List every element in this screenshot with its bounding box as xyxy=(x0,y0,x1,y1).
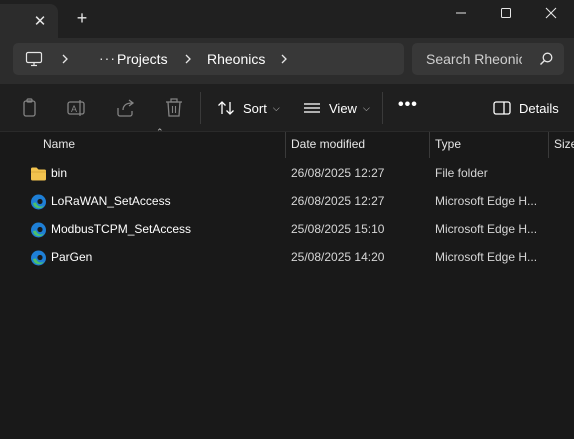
folder-icon xyxy=(31,167,46,181)
column-header-date-modified[interactable]: Date modified xyxy=(291,132,365,158)
active-tab[interactable]: ✕ xyxy=(0,4,58,38)
search-input[interactable]: Search Rheonics xyxy=(412,43,564,75)
file-name: LoRaWAN_SetAccess xyxy=(51,194,171,208)
edge-icon xyxy=(31,222,46,238)
view-button[interactable]: View ⌵ xyxy=(303,96,370,120)
maximize-icon xyxy=(501,8,511,18)
address-row: ··· Projects Rheonics Search Rheonics xyxy=(0,38,574,84)
file-type: Microsoft Edge H... xyxy=(435,194,538,208)
title-bar: ✕ + xyxy=(0,0,574,38)
rename-icon[interactable]: A xyxy=(66,98,88,118)
file-row[interactable]: LoRaWAN_SetAccess 26/08/2025 12:27 Micro… xyxy=(22,188,574,216)
chevron-down-icon: ⌵ xyxy=(362,102,370,113)
breadcrumb-projects[interactable]: Projects xyxy=(117,51,168,67)
copy-icon[interactable] xyxy=(19,98,41,118)
file-date: 25/08/2025 15:10 xyxy=(291,222,385,236)
file-type: File folder xyxy=(435,166,488,180)
delete-icon[interactable] xyxy=(163,98,185,118)
file-type: Microsoft Edge H... xyxy=(435,222,538,236)
new-tab-icon[interactable]: + xyxy=(73,9,91,27)
file-name: ParGen xyxy=(51,250,93,264)
chevron-right-icon[interactable] xyxy=(279,53,289,65)
sort-label: Sort xyxy=(243,100,267,116)
file-name: ModbusTCPM_SetAccess xyxy=(51,222,192,236)
chevron-right-icon[interactable] xyxy=(60,53,70,65)
this-pc-icon[interactable] xyxy=(25,51,43,67)
close-icon xyxy=(545,7,557,19)
file-date: 26/08/2025 12:27 xyxy=(291,166,385,180)
toolbar-divider xyxy=(200,92,201,124)
details-pane-button[interactable]: Details xyxy=(493,96,559,120)
sort-icon xyxy=(218,101,234,115)
column-divider[interactable] xyxy=(548,132,549,158)
file-name: bin xyxy=(51,166,68,180)
file-row[interactable]: bin 26/08/2025 12:27 File folder xyxy=(22,160,574,188)
more-options-button[interactable]: ••• xyxy=(398,97,418,118)
hidden-path-button[interactable]: ··· xyxy=(99,50,116,66)
command-bar: A Sort ⌵ View ⌵ ••• Details xyxy=(0,84,574,132)
column-divider[interactable] xyxy=(285,132,286,158)
view-label: View xyxy=(329,100,357,116)
details-pane-icon xyxy=(493,101,511,115)
column-header-type[interactable]: Type xyxy=(435,132,461,158)
details-label: Details xyxy=(519,100,559,116)
file-type: Microsoft Edge H... xyxy=(435,250,538,264)
close-tab-icon[interactable]: ✕ xyxy=(31,13,49,31)
file-row[interactable]: ParGen 25/08/2025 14:20 Microsoft Edge H… xyxy=(22,244,574,272)
chevron-right-icon[interactable] xyxy=(183,53,193,65)
svg-text:A: A xyxy=(71,104,77,114)
edge-icon xyxy=(31,250,46,266)
toolbar-divider xyxy=(382,92,383,124)
minimize-icon xyxy=(456,12,466,14)
sort-ascending-icon: ⌃ xyxy=(156,127,164,137)
share-icon[interactable] xyxy=(115,98,137,118)
column-header-name[interactable]: Name xyxy=(43,132,75,158)
maximize-button[interactable] xyxy=(483,0,529,26)
search-icon xyxy=(540,52,553,65)
sort-button[interactable]: Sort ⌵ xyxy=(217,96,280,120)
column-header-size[interactable]: Size xyxy=(554,132,574,158)
address-bar[interactable]: ··· Projects Rheonics xyxy=(13,43,404,75)
chevron-down-icon: ⌵ xyxy=(272,102,280,113)
breadcrumb-rheonics[interactable]: Rheonics xyxy=(207,51,265,67)
minimize-button[interactable] xyxy=(438,0,484,26)
file-date: 25/08/2025 14:20 xyxy=(291,250,385,264)
search-placeholder: Search Rheonics xyxy=(426,51,522,67)
column-divider[interactable] xyxy=(429,132,430,158)
view-list-icon xyxy=(304,103,320,113)
file-date: 26/08/2025 12:27 xyxy=(291,194,385,208)
file-row[interactable]: ModbusTCPM_SetAccess 25/08/2025 15:10 Mi… xyxy=(22,216,574,244)
close-window-button[interactable] xyxy=(528,0,574,26)
edge-icon xyxy=(31,194,46,210)
